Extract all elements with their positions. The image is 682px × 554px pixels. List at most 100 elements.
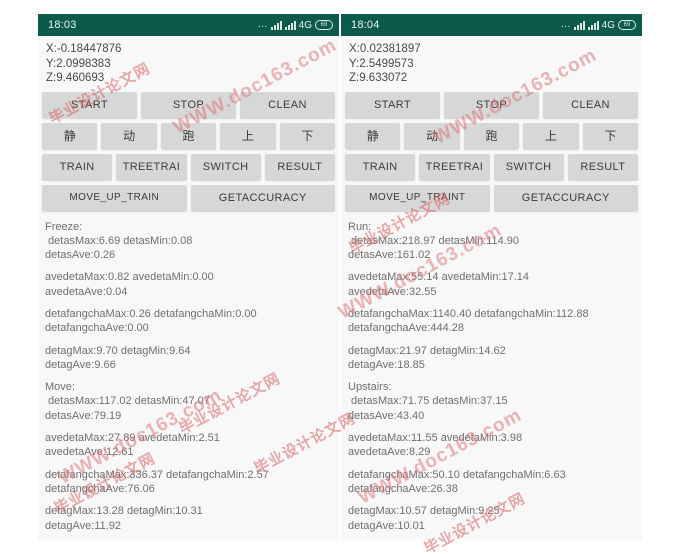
phone-screen-right: 18:04... 4G 69 X:0.02381897 Y:2.5499573 Z:9.6… (341, 14, 642, 540)
log-spacer (45, 372, 339, 380)
status-bar-clock: 18:03 (48, 19, 77, 31)
log-line: avedetaMax:55.14 avedetaMin:17.14 (348, 271, 530, 284)
log-line: detafangchaAve:76.06 (45, 482, 155, 495)
button-start[interactable]: START (345, 91, 440, 118)
button-[interactable]: 跑 (463, 122, 520, 149)
screenshot-stage: 18:03... 4G 69 X:-0.18447876 Y:2.0998383 Z:9.… (0, 0, 682, 554)
statistics-log: Run: detasMax:218.97 detasMin:114.90 deta… (341, 216, 642, 541)
log-line: Move: (45, 381, 75, 394)
phone-screen-left: 18:03... 4G 69 X:-0.18447876 Y:2.0998383 Z:9.… (38, 14, 339, 540)
signal-bars-icon-sim2 (284, 20, 296, 30)
phone-screens-pair: 18:03... 4G 69 X:-0.18447876 Y:2.0998383 Z:9.… (38, 14, 643, 540)
button-move_up_traint[interactable]: MOVE_UP_TRAINT (345, 184, 490, 211)
button-start[interactable]: START (42, 91, 137, 118)
button-row-1: START STOP CLEAN (345, 91, 638, 118)
log-spacer (45, 299, 339, 307)
button-[interactable]: 静 (42, 122, 98, 149)
log-spacer (348, 299, 642, 307)
log-spacer (348, 423, 642, 431)
statistics-log: Freeze: detasMax:6.69 detasMin:0.08 detas… (38, 216, 339, 541)
button-move_up_train[interactable]: MOVE_UP_TRAIN (42, 184, 187, 211)
button-clean[interactable]: CLEAN (543, 91, 638, 118)
button-getaccuracy[interactable]: GETACCURACY (190, 184, 335, 211)
log-line: detasAve:161.02 (348, 249, 431, 262)
button-switch[interactable]: SWITCH (493, 153, 564, 180)
accelerometer-readout: X:0.02381897 Y:2.5499573 Z:9.633072 (341, 36, 642, 90)
log-line: detasMax:117.02 detasMin:47.07 (45, 395, 210, 408)
log-spacer (348, 336, 642, 344)
button-[interactable]: 动 (101, 122, 157, 149)
signal-bars-icon-sim2 (587, 20, 599, 30)
log-line: avedetaAve:12.61 (45, 446, 134, 459)
log-spacer (45, 423, 339, 431)
button-row-3: TRAIN TREETRAI SWITCH RESULT (345, 153, 638, 180)
log-spacer (45, 460, 339, 468)
network-type-label: 4G (601, 19, 615, 31)
button-stop[interactable]: STOP (141, 91, 236, 118)
button-result[interactable]: RESULT (264, 153, 335, 180)
button-[interactable]: 下 (582, 122, 639, 149)
log-line: detagMax:9.70 detagMin:9.64 (45, 344, 191, 357)
sensor-axis-x-value: X:0.02381897 (349, 43, 421, 55)
button-row-1: START STOP CLEAN (42, 91, 335, 118)
button-[interactable]: 跑 (160, 122, 217, 149)
button-treetrai[interactable]: TREETRAI (419, 153, 490, 180)
log-line: detafangchaAve:0.00 (45, 322, 149, 335)
button-switch[interactable]: SWITCH (190, 153, 261, 180)
control-button-grid: START STOP CLEAN 静动跑上下 TRAIN TREETRAI SWITCH RE… (38, 90, 339, 216)
button-row-2: 静动跑上下 (345, 122, 639, 149)
button-treetrai[interactable]: TREETRAI (116, 153, 187, 180)
log-line: detasMax:6.69 detasMin:0.08 (45, 234, 193, 247)
button-getaccuracy[interactable]: GETACCURACY (493, 184, 638, 211)
log-line: detafangchaMax:0.26 detafangchaMin:0.00 (45, 307, 257, 320)
status-bar: 18:03... 4G 69 (38, 14, 339, 36)
status-bar-icons: ... 4G 69 (561, 20, 636, 31)
log-spacer (45, 496, 339, 504)
button-train[interactable]: TRAIN (345, 153, 416, 180)
log-line: detasAve:43.40 (348, 409, 425, 422)
log-line: avedetaAve:0.04 (45, 285, 128, 298)
button-[interactable]: 下 (279, 122, 336, 149)
log-line: detagAve:10.01 (348, 519, 425, 532)
log-line: detafangchaMax:336.37 detafangchaMin:2.5… (45, 468, 269, 481)
log-spacer (348, 262, 642, 270)
button-clean[interactable]: CLEAN (240, 91, 335, 118)
status-bar-clock: 18:04 (351, 19, 380, 31)
sensor-axis-z-value: Z:9.633072 (349, 72, 408, 84)
log-line: detasMax:218.97 detasMin:114.90 (348, 234, 520, 247)
log-line: detasAve:0.26 (45, 249, 116, 262)
log-spacer (45, 262, 339, 270)
button-[interactable]: 上 (220, 122, 276, 149)
log-line: detagAve:9.66 (45, 358, 116, 371)
button-stop[interactable]: STOP (444, 91, 539, 118)
log-line: detasMax:71.75 detasMin:37.15 (348, 395, 508, 408)
battery-icon: 69 (618, 20, 636, 30)
log-line: detagAve:18.85 (348, 358, 425, 371)
button-[interactable]: 动 (404, 122, 460, 149)
log-line: Freeze: (45, 220, 83, 233)
log-line: detasAve:79.19 (45, 409, 122, 422)
button-row-4: MOVE_UP_TRAIN GETACCURACY (42, 184, 335, 211)
button-train[interactable]: TRAIN (42, 153, 113, 180)
log-line: avedetaMax:11.55 avedetaMin:3.98 (348, 432, 523, 445)
signal-bars-icon-sim1 (573, 20, 585, 30)
sensor-axis-y-value: Y:2.0998383 (46, 57, 111, 70)
button-row-3: TRAIN TREETRAI SWITCH RESULT (42, 153, 335, 180)
log-line: Upstairs: (348, 381, 392, 394)
log-line: avedetaMax:27.89 avedetaMin:2.51 (45, 432, 220, 445)
log-spacer (348, 372, 642, 380)
accelerometer-readout: X:-0.18447876 Y:2.0998383 Z:9.460693 (38, 36, 339, 90)
button-result[interactable]: RESULT (567, 153, 638, 180)
log-line: detafangchaMax:1140.40 detafangchaMin:11… (348, 307, 589, 320)
sensor-axis-x-value: X:-0.18447876 (46, 43, 122, 55)
button-[interactable]: 上 (523, 122, 579, 149)
status-bar: 18:04... 4G 69 (341, 14, 642, 36)
more-notifications-icon: ... (560, 19, 571, 30)
sensor-axis-z-value: Z:9.460693 (46, 72, 105, 84)
button-row-4: MOVE_UP_TRAINT GETACCURACY (345, 184, 638, 211)
log-line: detagMax:21.97 detagMin:14.62 (348, 344, 506, 357)
log-line: Run: (348, 220, 372, 233)
more-notifications-icon: ... (257, 19, 268, 30)
battery-icon: 69 (315, 20, 333, 30)
button-[interactable]: 静 (345, 122, 401, 149)
